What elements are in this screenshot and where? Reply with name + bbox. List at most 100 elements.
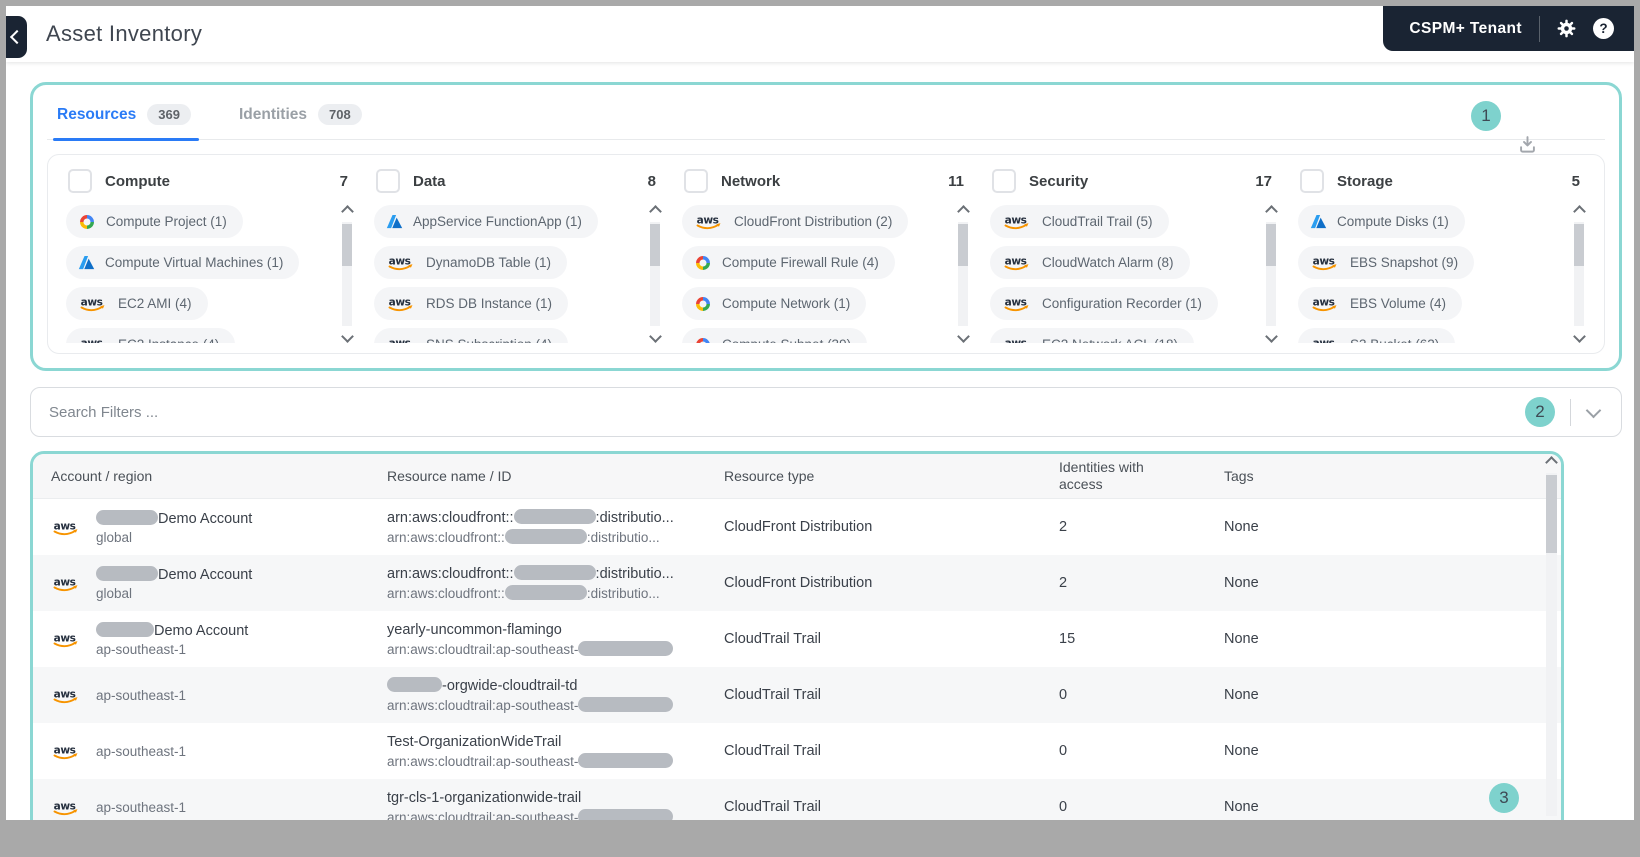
category-count: 7 bbox=[339, 172, 348, 190]
annotation-badge-3: 3 bbox=[1489, 783, 1519, 813]
scrollbar-thumb[interactable] bbox=[650, 224, 660, 266]
app-window: Asset Inventory CSPM+ Tenant ? 1 Resourc… bbox=[6, 6, 1634, 820]
scrollbar-thumb[interactable] bbox=[1266, 224, 1276, 266]
column-scrollbar[interactable] bbox=[648, 205, 662, 343]
category-column: Data 8 AppService FunctionApp (1) aws Dyna… bbox=[364, 167, 672, 343]
resource-type-pill[interactable]: aws Configuration Recorder (1) bbox=[990, 287, 1218, 320]
resource-type-pill[interactable]: aws SNS Subscription (4) bbox=[374, 328, 569, 343]
account-cell: aws ap-southeast-1 bbox=[51, 723, 387, 779]
gear-icon[interactable] bbox=[1557, 19, 1576, 38]
question-icon[interactable]: ? bbox=[1593, 18, 1614, 39]
account-region: ap-southeast-1 bbox=[96, 743, 187, 759]
tab-identities[interactable]: Identities 708 bbox=[235, 95, 366, 139]
resource-type-pill[interactable]: Compute Subnet (39) bbox=[682, 328, 868, 343]
table-row[interactable]: aws ap-southeast-1 Test-OrganizationWide… bbox=[33, 723, 1561, 779]
tab-resources[interactable]: Resources 369 bbox=[53, 95, 199, 141]
resource-type-pill[interactable]: aws EC2 Instance (4) bbox=[66, 328, 236, 343]
category-header: Security 17 bbox=[992, 169, 1276, 193]
resource-type-pill[interactable]: aws CloudFront Distribution (2) bbox=[682, 205, 909, 238]
scrollbar-thumb[interactable] bbox=[1574, 224, 1584, 266]
table-row[interactable]: aws Demo Account global arn:aws:cloudfro… bbox=[33, 499, 1561, 555]
search-input[interactable] bbox=[47, 402, 1525, 422]
table-row[interactable]: aws Demo Account ap-southeast-1 yearly-u… bbox=[33, 611, 1561, 667]
scrollbar-thumb[interactable] bbox=[342, 224, 352, 266]
table-row[interactable]: aws Demo Account global arn:aws:cloudfro… bbox=[33, 555, 1561, 611]
resource-type-pill[interactable]: aws RDS DB Instance (1) bbox=[374, 287, 569, 320]
resource-type-pill[interactable]: aws DynamoDB Table (1) bbox=[374, 246, 568, 279]
aws-icon: aws bbox=[1310, 252, 1340, 273]
category-checkbox[interactable] bbox=[1300, 169, 1324, 193]
gcp-icon bbox=[694, 295, 712, 313]
resource-type-pill[interactable]: aws EC2 AMI (4) bbox=[66, 287, 208, 320]
resource-type-pill[interactable]: Compute Project (1) bbox=[66, 205, 243, 238]
divider bbox=[1539, 15, 1540, 42]
scroll-down-icon[interactable] bbox=[1264, 330, 1278, 343]
resource-type-pill[interactable]: aws EBS Volume (4) bbox=[1298, 287, 1463, 320]
resource-type-pill[interactable]: aws EC2 Network ACL (18) bbox=[990, 328, 1195, 343]
column-scrollbar[interactable] bbox=[1572, 205, 1586, 343]
resource-type-pill[interactable]: aws EBS Snapshot (9) bbox=[1298, 246, 1475, 279]
category-column: Network 11 aws CloudFront Distribution (2… bbox=[672, 167, 980, 343]
scrollbar-track[interactable] bbox=[958, 222, 968, 326]
resource-type-label: EBS Volume (4) bbox=[1350, 296, 1447, 311]
redacted-text bbox=[578, 808, 674, 820]
scroll-up-icon[interactable] bbox=[1545, 456, 1558, 469]
chevron-down-icon[interactable] bbox=[1585, 402, 1602, 418]
tags-cell: None bbox=[1224, 519, 1259, 535]
scroll-up-icon[interactable] bbox=[648, 205, 662, 218]
resource-type-pill[interactable]: aws CloudTrail Trail (5) bbox=[990, 205, 1169, 238]
category-checkbox[interactable] bbox=[376, 169, 400, 193]
column-scrollbar[interactable] bbox=[340, 205, 354, 343]
table-row[interactable]: aws ap-southeast-1 tgr-cls-1-organizatio… bbox=[33, 779, 1561, 820]
annotation-badge-2: 2 bbox=[1525, 397, 1555, 427]
scrollbar-thumb[interactable] bbox=[1546, 475, 1557, 553]
category-checkbox[interactable] bbox=[992, 169, 1016, 193]
azure-icon bbox=[386, 214, 403, 229]
redacted-text bbox=[387, 677, 442, 692]
resource-type-pill[interactable]: Compute Disks (1) bbox=[1298, 205, 1465, 238]
category-count: 17 bbox=[1255, 172, 1272, 190]
redacted-text bbox=[578, 640, 674, 656]
column-scrollbar[interactable] bbox=[956, 205, 970, 343]
resource-name: arn:aws:cloudfront:::distributio... bbox=[387, 565, 674, 582]
category-checkbox[interactable] bbox=[68, 169, 92, 193]
scrollbar-track[interactable] bbox=[650, 222, 660, 326]
scroll-down-icon[interactable] bbox=[956, 330, 970, 343]
scroll-down-icon[interactable] bbox=[648, 330, 662, 343]
resource-type-pill[interactable]: AppService FunctionApp (1) bbox=[374, 205, 598, 238]
redacted-text bbox=[96, 509, 158, 525]
download-icon[interactable] bbox=[1516, 133, 1539, 160]
collapse-sidebar-button[interactable] bbox=[6, 16, 27, 58]
resource-type-pill[interactable]: aws S3 Bucket (62) bbox=[1298, 328, 1456, 343]
resource-type-label: CloudTrail Trail (5) bbox=[1042, 214, 1153, 229]
scrollbar-track[interactable] bbox=[342, 222, 352, 326]
scrollbar-track[interactable] bbox=[1546, 473, 1557, 816]
table-row[interactable]: aws ap-southeast-1 -orgwide-cloudtrail-t… bbox=[33, 667, 1561, 723]
category-item-list: aws CloudTrail Trail (5) aws CloudWatch Ala… bbox=[990, 205, 1257, 343]
column-scrollbar[interactable] bbox=[1264, 205, 1278, 343]
gcp-icon bbox=[694, 336, 712, 343]
svg-text:aws: aws bbox=[1005, 337, 1027, 343]
scrollbar-track[interactable] bbox=[1574, 222, 1584, 326]
scrollbar-track[interactable] bbox=[1266, 222, 1276, 326]
scroll-up-icon[interactable] bbox=[956, 205, 970, 218]
scroll-down-icon[interactable] bbox=[340, 330, 354, 343]
category-checkbox[interactable] bbox=[684, 169, 708, 193]
scroll-down-icon[interactable] bbox=[1572, 330, 1586, 343]
tenant-label: CSPM+ Tenant bbox=[1409, 19, 1522, 37]
category-column: Compute 7 Compute Project (1) Compute Vir… bbox=[56, 167, 364, 343]
account-name: Demo Account bbox=[96, 565, 252, 583]
scroll-up-icon[interactable] bbox=[1264, 205, 1278, 218]
tags-cell: None bbox=[1224, 631, 1259, 647]
table-scrollbar[interactable] bbox=[1545, 456, 1558, 820]
svg-text:aws: aws bbox=[1313, 255, 1335, 267]
resource-type-pill[interactable]: aws CloudWatch Alarm (8) bbox=[990, 246, 1190, 279]
aws-icon: aws bbox=[1002, 293, 1032, 314]
resource-type-pill[interactable]: Compute Firewall Rule (4) bbox=[682, 246, 895, 279]
resource-type-pill[interactable]: Compute Network (1) bbox=[682, 287, 867, 320]
resource-type-cell: CloudTrail Trail bbox=[724, 687, 821, 703]
scroll-up-icon[interactable] bbox=[340, 205, 354, 218]
resource-type-pill[interactable]: Compute Virtual Machines (1) bbox=[66, 246, 300, 279]
scroll-up-icon[interactable] bbox=[1572, 205, 1586, 218]
scrollbar-thumb[interactable] bbox=[958, 224, 968, 266]
